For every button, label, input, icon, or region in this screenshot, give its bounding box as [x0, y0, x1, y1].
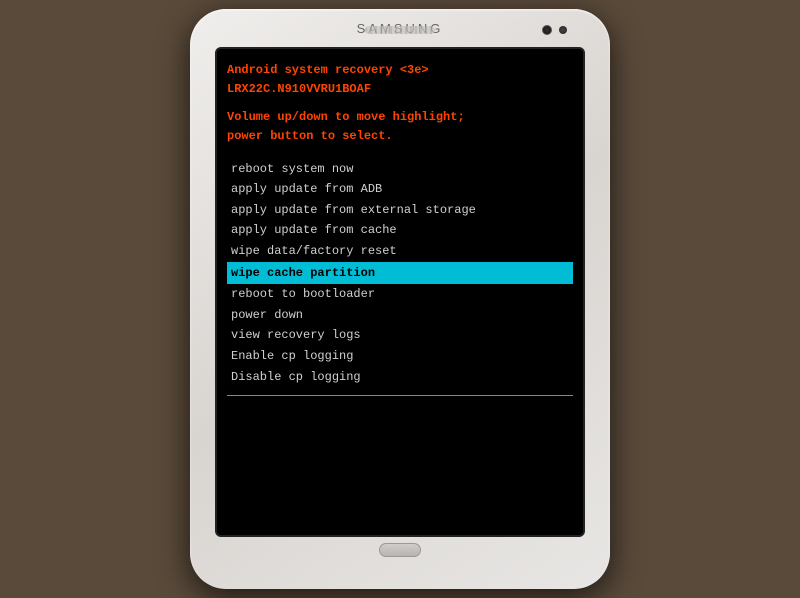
instructions-line2: power button to select. [227, 129, 393, 143]
menu-item-reboot-system[interactable]: reboot system now [227, 159, 573, 180]
menu-item-reboot-bootloader[interactable]: reboot to bootloader [227, 284, 573, 305]
instructions-line1: Volume up/down to move highlight; [227, 110, 465, 124]
menu-item-apply-update-cache[interactable]: apply update from cache [227, 220, 573, 241]
menu-item-disable-cp-logging[interactable]: Disable cp logging [227, 367, 573, 388]
phone-device: SAMSUNG Android system recovery <3e> LRX… [190, 9, 610, 589]
menu-item-view-recovery-logs[interactable]: view recovery logs [227, 325, 573, 346]
instructions-text: Volume up/down to move highlight; power … [227, 108, 573, 146]
menu-container: reboot system nowapply update from ADBap… [227, 159, 573, 388]
phone-top-bar [198, 19, 602, 41]
speaker-grille [365, 26, 435, 34]
menu-item-wipe-data[interactable]: wipe data/factory reset [227, 241, 573, 262]
menu-item-power-down[interactable]: power down [227, 305, 573, 326]
phone-bottom [379, 543, 421, 557]
menu-item-enable-cp-logging[interactable]: Enable cp logging [227, 346, 573, 367]
screen-bezel: Android system recovery <3e> LRX22C.N910… [215, 47, 585, 537]
menu-item-apply-update-adb[interactable]: apply update from ADB [227, 179, 573, 200]
header-line1: Android system recovery <3e> [227, 61, 573, 80]
home-button[interactable] [379, 543, 421, 557]
recovery-screen: Android system recovery <3e> LRX22C.N910… [217, 49, 583, 535]
divider-line [227, 395, 573, 396]
sensor-dot [559, 26, 567, 34]
menu-item-wipe-cache[interactable]: wipe cache partition [227, 262, 573, 285]
front-camera [542, 25, 552, 35]
header-line2: LRX22C.N910VVRU1BOAF [227, 80, 573, 99]
menu-item-apply-update-external[interactable]: apply update from external storage [227, 200, 573, 221]
